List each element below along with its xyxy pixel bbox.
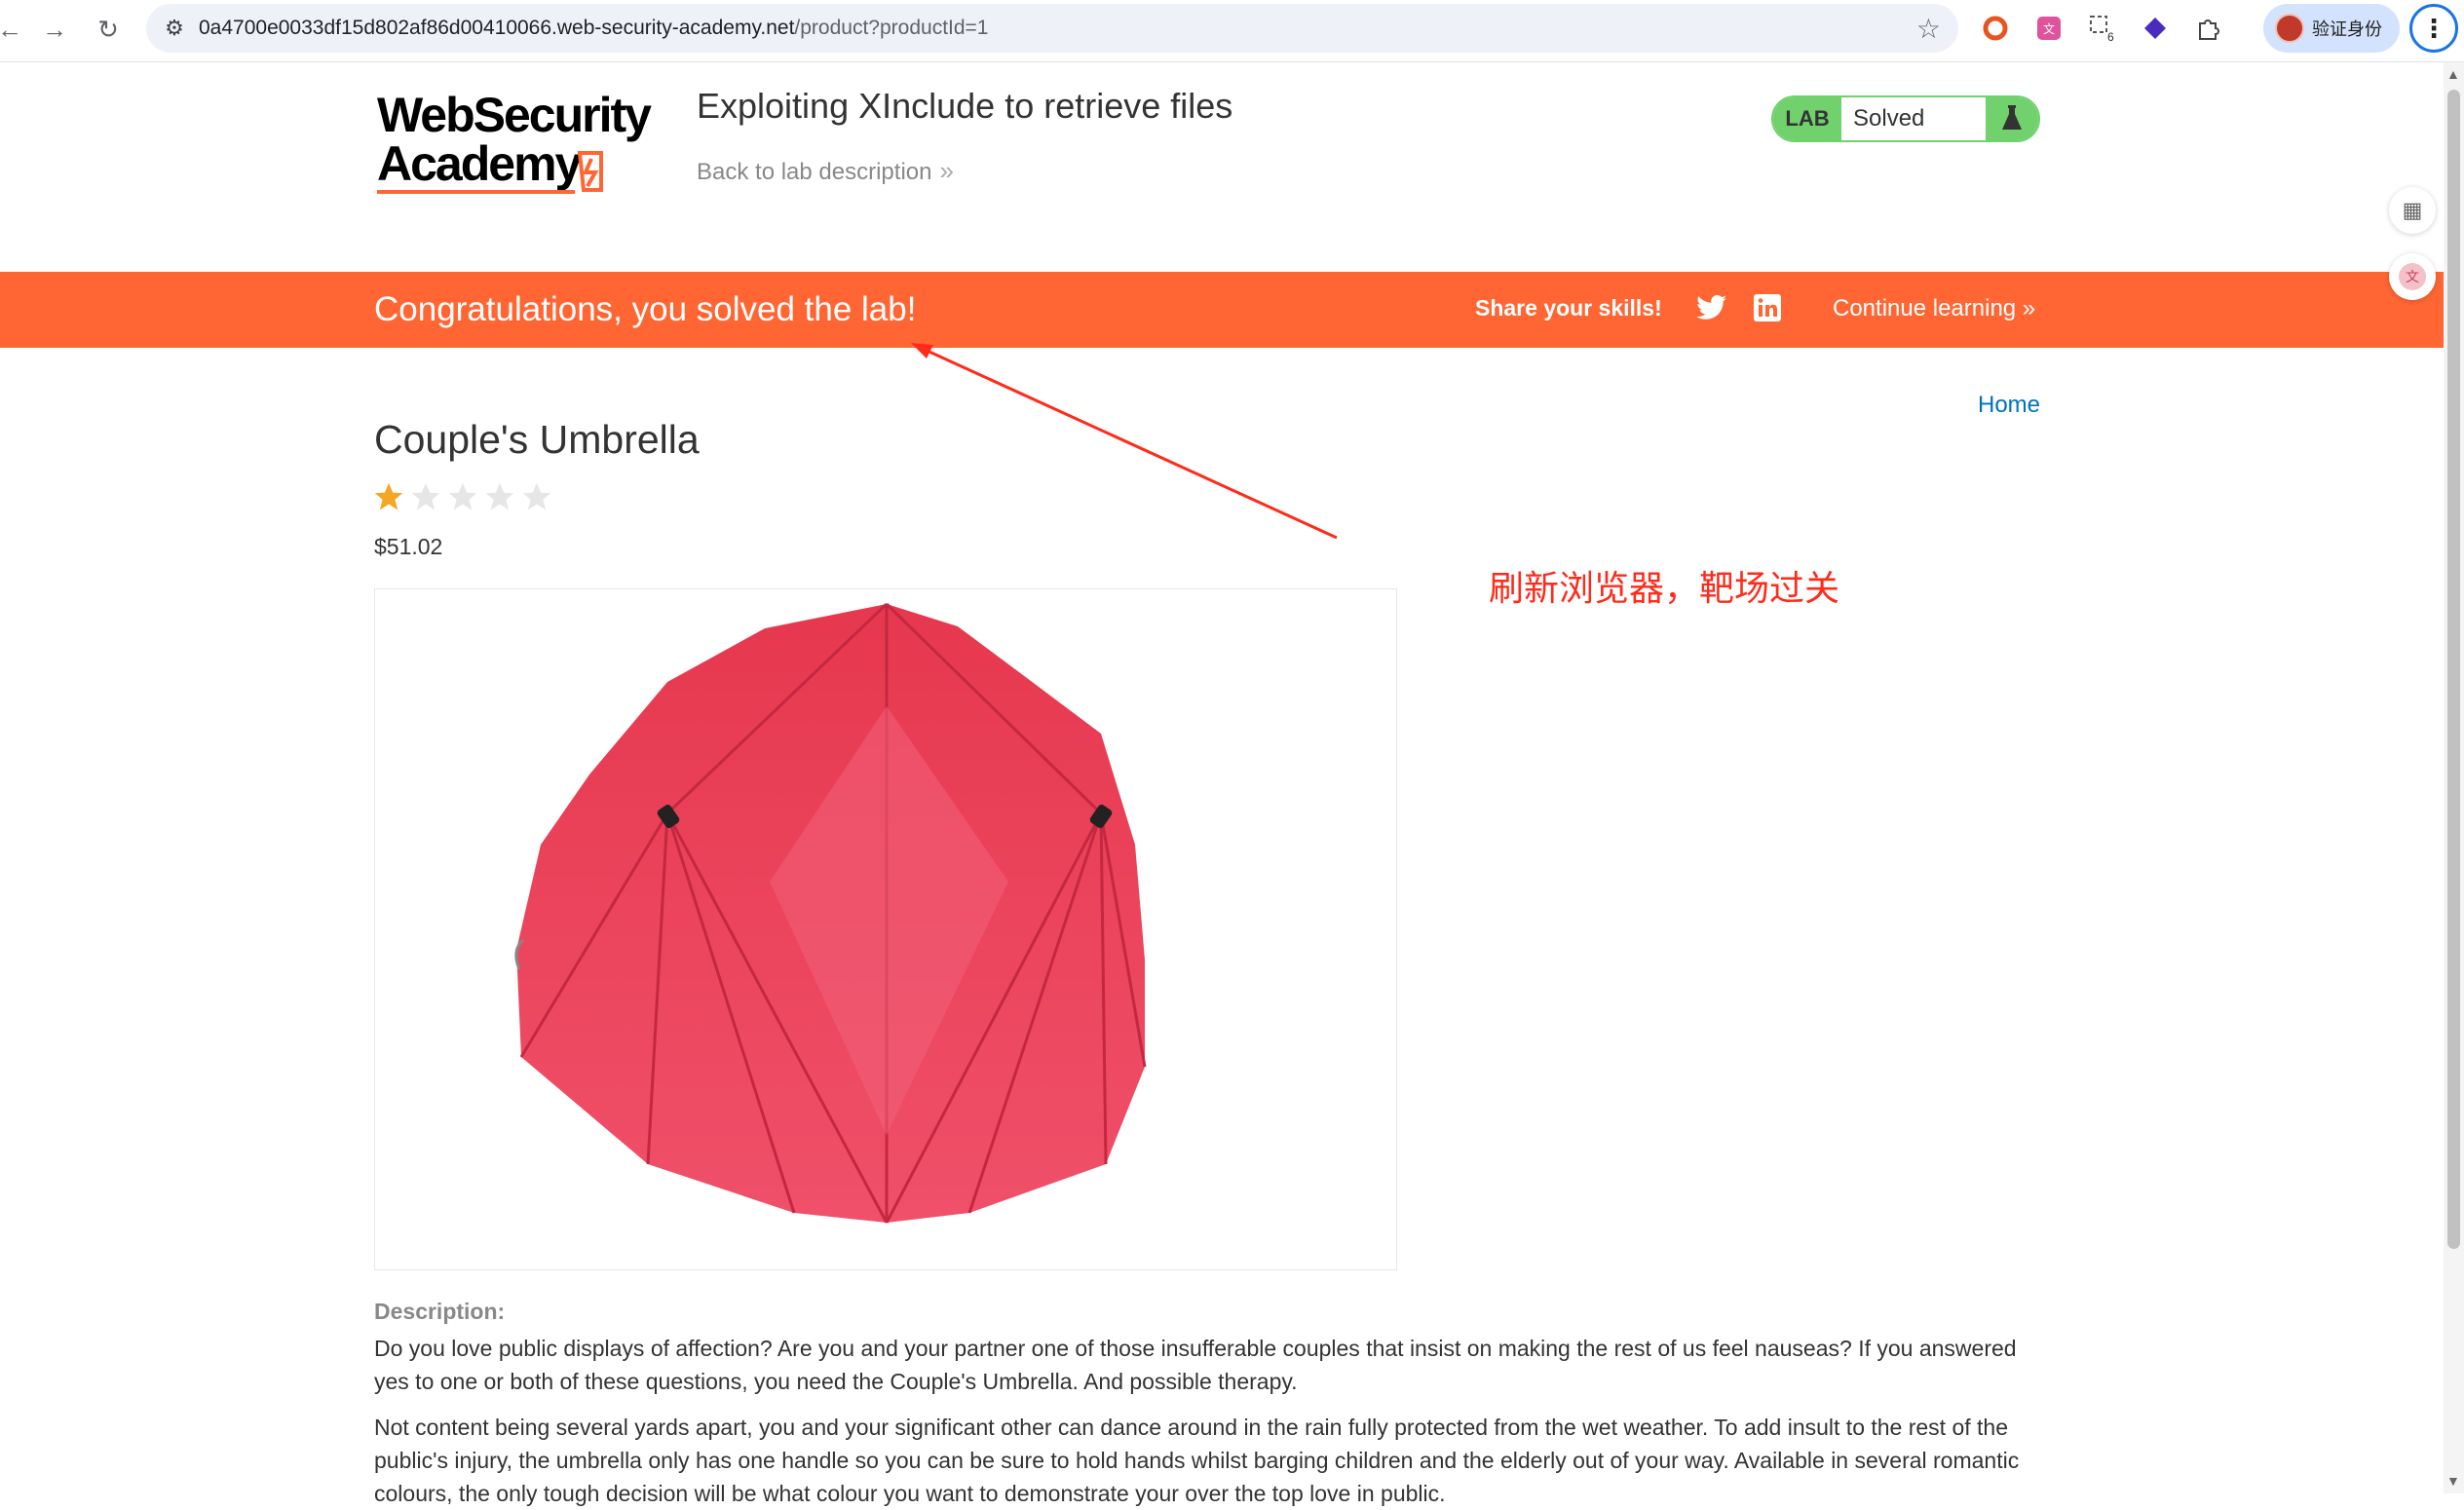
flask-icon [1986, 97, 2038, 140]
share-label: Share your skills! [1475, 295, 1662, 321]
svg-text:文: 文 [2406, 270, 2419, 285]
lab-solved-banner: Congratulations, you solved the lab! Sha… [0, 272, 2444, 348]
svg-text:文: 文 [2043, 21, 2055, 36]
svg-text:WebSecurity: WebSecurity [377, 93, 652, 142]
scroll-down-arrow-icon[interactable]: ▼ [2446, 1473, 2460, 1489]
star-empty-icon [448, 482, 477, 510]
scroll-up-arrow-icon[interactable]: ▲ [2446, 66, 2460, 82]
description-paragraph-2: Not content being several yards apart, y… [374, 1415, 2020, 1506]
extension-record-icon[interactable] [1980, 13, 2011, 44]
double-chevron-right-icon: » [939, 156, 954, 185]
url-path: /product?productId=1 [794, 17, 989, 39]
product-image [374, 588, 1397, 1270]
translate-widget-icon[interactable]: 文 [2389, 253, 2436, 300]
profile-button[interactable]: 验证身份 [2263, 4, 2400, 53]
description-label: Description: [374, 1299, 506, 1324]
bookmark-star-icon[interactable]: ☆ [1916, 13, 1941, 45]
back-arrow-icon[interactable]: ← [0, 12, 27, 47]
browser-toolbar: ← → ↻ ⚙ 0a4700e0033df15d802af86d00410066… [0, 0, 2464, 62]
extensions-puzzle-icon[interactable] [2192, 13, 2223, 44]
double-chevron-right-icon: » [2016, 295, 2036, 321]
home-link[interactable]: Home [1978, 392, 2040, 419]
address-bar[interactable]: ⚙ 0a4700e0033df15d802af86d00410066.web-s… [146, 4, 1958, 53]
browser-menu-icon[interactable]: ⋮ [2409, 4, 2458, 53]
extension-capture-icon[interactable]: 6 [2087, 13, 2118, 44]
twitter-icon[interactable] [1696, 293, 1727, 327]
scrollbar-thumb[interactable] [2447, 90, 2460, 1249]
lab-status-text: Solved [1853, 105, 1925, 132]
star-filled-icon [374, 482, 403, 510]
profile-label: 验证身份 [2312, 19, 2382, 39]
svg-text:Academy: Academy [377, 136, 583, 191]
lab-title: Exploiting XInclude to retrieve files [697, 86, 1233, 126]
description-paragraph-1: Do you love public displays of affection… [374, 1336, 2017, 1394]
back-to-lab-description-link[interactable]: Back to lab description » [697, 156, 954, 186]
back-link-label: Back to lab description [697, 159, 932, 185]
site-settings-icon[interactable]: ⚙ [160, 14, 189, 43]
web-security-academy-logo[interactable]: WebSecurity Academy [375, 88, 667, 200]
lab-status-widget: LAB Solved [1771, 95, 2040, 142]
product-title: Couple's Umbrella [374, 417, 700, 462]
annotation-text: 刷新浏览器，靶场过关 [1489, 569, 1840, 609]
extension-badge: 6 [2107, 30, 2114, 43]
rating-stars [372, 480, 553, 513]
star-empty-icon [522, 482, 551, 510]
url-host: 0a4700e0033df15d802af86d00410066.web-sec… [199, 17, 795, 39]
reload-icon[interactable]: ↻ [91, 12, 126, 47]
congratulations-message: Congratulations, you solved the lab! [374, 290, 917, 328]
extension-translate-icon[interactable]: 文 [2033, 13, 2065, 44]
lab-tag: LAB [1773, 97, 1841, 140]
product-price: $51.02 [374, 534, 443, 559]
qr-code-icon[interactable]: ▦ [2389, 187, 2436, 234]
linkedin-icon[interactable] [1754, 294, 1781, 326]
extension-gem-icon[interactable] [2140, 13, 2171, 44]
url-text[interactable]: 0a4700e0033df15d802af86d00410066.web-sec… [199, 17, 988, 40]
continue-learning-label: Continue learning [1833, 295, 2017, 321]
continue-learning-link[interactable]: Continue learning » [1833, 295, 2035, 322]
star-empty-icon [485, 482, 514, 510]
star-empty-icon [411, 482, 440, 510]
forward-arrow-icon[interactable]: → [37, 12, 72, 47]
avatar [2275, 14, 2304, 43]
